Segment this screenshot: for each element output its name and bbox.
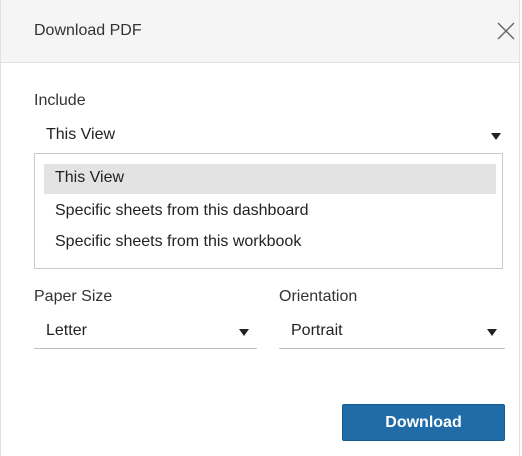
orientation-select[interactable]: Portrait — [279, 316, 505, 349]
include-dropdown-list: This View Specific sheets from this dash… — [34, 153, 503, 269]
close-icon[interactable] — [495, 20, 517, 42]
include-option-this-view[interactable]: This View — [44, 164, 496, 194]
download-button[interactable]: Download — [342, 404, 505, 441]
orientation-label: Orientation — [279, 288, 358, 305]
chevron-down-icon — [491, 133, 501, 140]
include-option-workbook-sheets[interactable]: Specific sheets from this workbook — [44, 228, 496, 258]
chevron-down-icon — [487, 329, 497, 336]
paper-size-label: Paper Size — [34, 288, 113, 305]
include-option-dashboard-sheets[interactable]: Specific sheets from this dashboard — [44, 197, 496, 227]
paper-size-select[interactable]: Letter — [34, 316, 257, 349]
orientation-selected-value: Portrait — [291, 322, 343, 339]
paper-size-selected-value: Letter — [46, 322, 87, 339]
include-select[interactable]: This View — [34, 120, 503, 152]
include-label: Include — [34, 92, 86, 109]
dialog-header: Download PDF — [1, 0, 519, 63]
chevron-down-icon — [239, 329, 249, 336]
include-selected-value: This View — [46, 126, 116, 143]
download-pdf-dialog: Download PDF Include This View This View… — [0, 0, 520, 456]
dialog-title: Download PDF — [34, 22, 142, 39]
